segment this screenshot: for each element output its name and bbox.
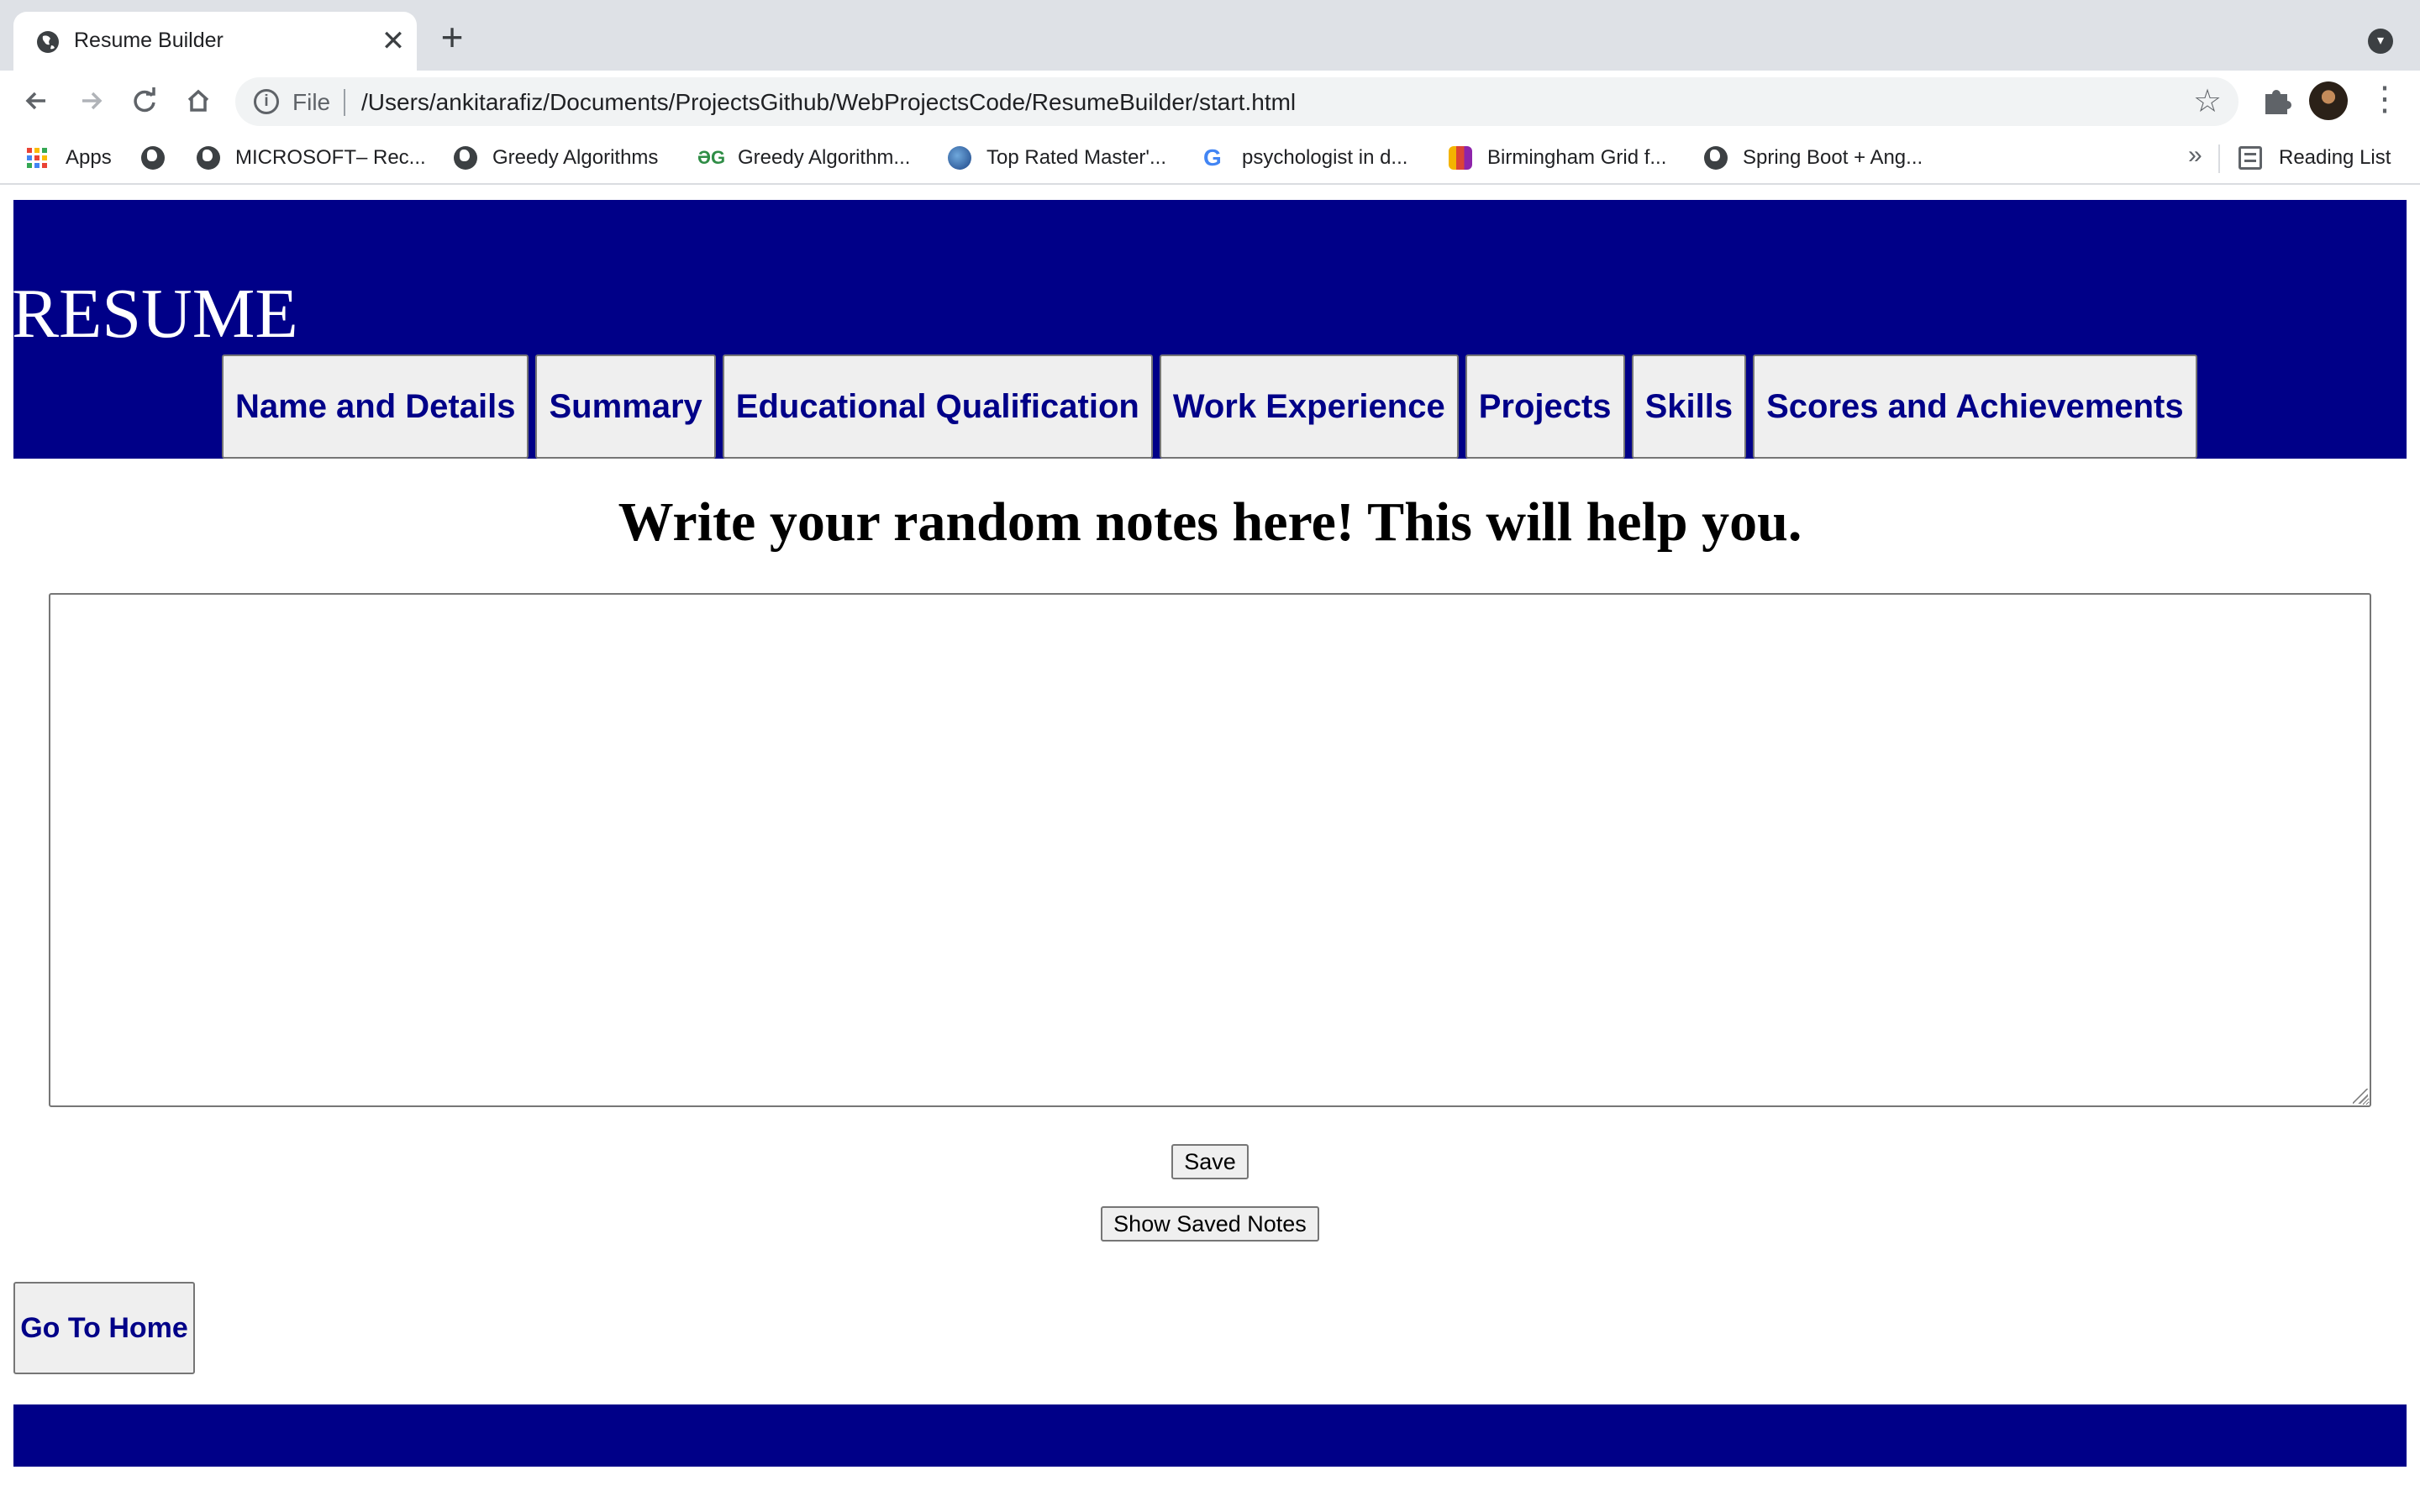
- show-saved-notes-button[interactable]: Show Saved Notes: [1101, 1206, 1319, 1242]
- browser-tab[interactable]: Resume Builder ✕: [13, 12, 417, 71]
- page-content: RESUME Name and Details Summary Educatio…: [0, 186, 2420, 1512]
- apps-grid-icon: [25, 146, 49, 170]
- nav-skills-button[interactable]: Skills: [1631, 354, 1747, 459]
- browser-tab-strip: Resume Builder ✕ + ▾: [0, 0, 2420, 71]
- page-title: RESUME: [12, 275, 298, 353]
- reading-list-icon: [2238, 146, 2262, 170]
- nav-projects-button[interactable]: Projects: [1465, 354, 1625, 459]
- bookmark-greedy-algorithm-gfg[interactable]: ƏG Greedy Algorithm...: [697, 143, 910, 173]
- bookmark-label: MICROSOFT– Rec...: [235, 146, 426, 169]
- bookmark-label: Spring Boot + Ang...: [1743, 146, 1923, 169]
- section-nav: Name and Details Summary Educational Qua…: [222, 354, 2197, 459]
- extensions-puzzle-icon[interactable]: [2260, 82, 2294, 119]
- forward-arrow-icon[interactable]: [72, 82, 109, 119]
- address-divider: [344, 89, 345, 116]
- bookmarks-bar: Apps MICROSOFT– Rec... Greedy Algorithms…: [0, 131, 2420, 185]
- page-footer: [13, 1404, 2407, 1467]
- home-icon[interactable]: [180, 82, 217, 119]
- bookmark-top-rated[interactable]: Top Rated Master'...: [948, 143, 1166, 173]
- globe-icon: [197, 146, 220, 170]
- bookmark-birmingham-grid[interactable]: Birmingham Grid f...: [1449, 143, 1666, 173]
- notes-heading: Write your random notes here! This will …: [618, 491, 1802, 553]
- bookmark-psychologist[interactable]: G psychologist in d...: [1203, 143, 1407, 173]
- tab-title: Resume Builder: [74, 29, 224, 52]
- globe-color-icon: [948, 146, 971, 170]
- new-tab-button[interactable]: +: [435, 18, 469, 56]
- bookmark-spring-boot[interactable]: Spring Boot + Ang...: [1704, 143, 1923, 173]
- colorful-app-icon: [1449, 146, 1472, 170]
- globe-icon: [454, 146, 477, 170]
- profile-avatar[interactable]: [2309, 81, 2348, 120]
- reading-list-button[interactable]: Reading List: [2238, 143, 2391, 173]
- nav-scores-and-achievements-button[interactable]: Scores and Achievements: [1753, 354, 2197, 459]
- more-bookmarks-chevron-icon[interactable]: »: [2188, 141, 2202, 170]
- bookmark-label: Top Rated Master'...: [986, 146, 1167, 169]
- bookmark-label: Greedy Algorithm...: [738, 146, 911, 169]
- resize-handle-icon[interactable]: [2353, 1089, 2368, 1104]
- address-bar[interactable]: i File /Users/ankitarafiz/Documents/Proj…: [235, 77, 2238, 126]
- tab-search-icon[interactable]: ▾: [2368, 29, 2393, 54]
- reading-list-label: Reading List: [2279, 146, 2391, 169]
- bookmark-label: Greedy Algorithms: [492, 146, 659, 169]
- file-scheme-label: File: [292, 89, 331, 115]
- bookmark-greedy-algorithms[interactable]: Greedy Algorithms: [454, 143, 658, 173]
- more-menu-icon[interactable]: ⋮: [2368, 81, 2402, 121]
- bookmark-apps[interactable]: Apps: [25, 143, 112, 173]
- info-icon[interactable]: i: [254, 89, 279, 114]
- save-button[interactable]: Save: [1171, 1144, 1249, 1179]
- bookmark-star-icon[interactable]: ☆: [2193, 82, 2222, 120]
- go-to-home-button[interactable]: Go To Home: [13, 1282, 195, 1374]
- bookmark-globe[interactable]: [141, 143, 180, 173]
- notes-textarea[interactable]: [49, 593, 2371, 1107]
- bookmark-label: Birmingham Grid f...: [1487, 146, 1667, 169]
- globe-icon: [1704, 146, 1728, 170]
- back-arrow-icon[interactable]: [18, 82, 55, 119]
- resume-header: RESUME Name and Details Summary Educatio…: [12, 200, 2407, 459]
- bookmark-microsoft[interactable]: MICROSOFT– Rec...: [197, 143, 426, 173]
- bookmark-label: psychologist in d...: [1242, 146, 1408, 169]
- close-tab-icon[interactable]: ✕: [378, 26, 408, 56]
- nav-summary-button[interactable]: Summary: [535, 354, 716, 459]
- bookmarks-divider: [2218, 144, 2220, 173]
- browser-toolbar: i File /Users/ankitarafiz/Documents/Proj…: [0, 71, 2420, 131]
- nav-name-and-details-button[interactable]: Name and Details: [222, 354, 529, 459]
- geeksforgeeks-icon: ƏG: [697, 147, 726, 168]
- reload-icon[interactable]: [126, 82, 163, 119]
- globe-icon: [141, 146, 165, 170]
- globe-icon: [37, 31, 59, 53]
- nav-educational-qualification-button[interactable]: Educational Qualification: [722, 354, 1153, 459]
- url-text[interactable]: /Users/ankitarafiz/Documents/ProjectsGit…: [361, 89, 1296, 116]
- google-icon: G: [1203, 144, 1222, 171]
- nav-work-experience-button[interactable]: Work Experience: [1159, 354, 1459, 459]
- bookmark-label: Apps: [66, 146, 112, 169]
